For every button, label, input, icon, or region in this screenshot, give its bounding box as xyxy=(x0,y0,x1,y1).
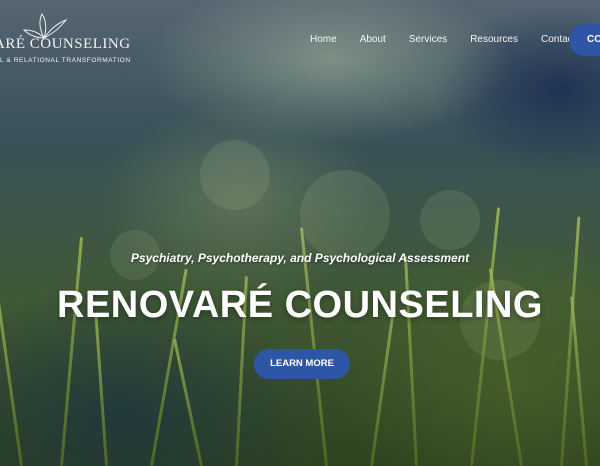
nav-home[interactable]: Home xyxy=(310,34,337,45)
nav-services[interactable]: Services xyxy=(409,34,447,45)
hero-subtitle: Psychiatry, Psychotherapy, and Psycholog… xyxy=(130,251,470,265)
hero-title: RENOVARÉ COUNSELING xyxy=(57,284,543,326)
contact-cta-button[interactable]: CO xyxy=(569,24,600,56)
hero-section: ARÉ COUNSELING L & RELATIONAL TRANSFORMA… xyxy=(0,0,600,466)
logo-name: ARÉ COUNSELING xyxy=(0,36,131,52)
nav-about[interactable]: About xyxy=(360,34,386,45)
nav-resources[interactable]: Resources xyxy=(470,34,518,45)
logo-tagline: L & RELATIONAL TRANSFORMATION xyxy=(0,57,131,64)
hero-overlay xyxy=(0,0,600,466)
learn-more-button[interactable]: LEARN MORE xyxy=(254,349,350,379)
main-nav: Home About Services Resources Contact xyxy=(310,34,598,45)
